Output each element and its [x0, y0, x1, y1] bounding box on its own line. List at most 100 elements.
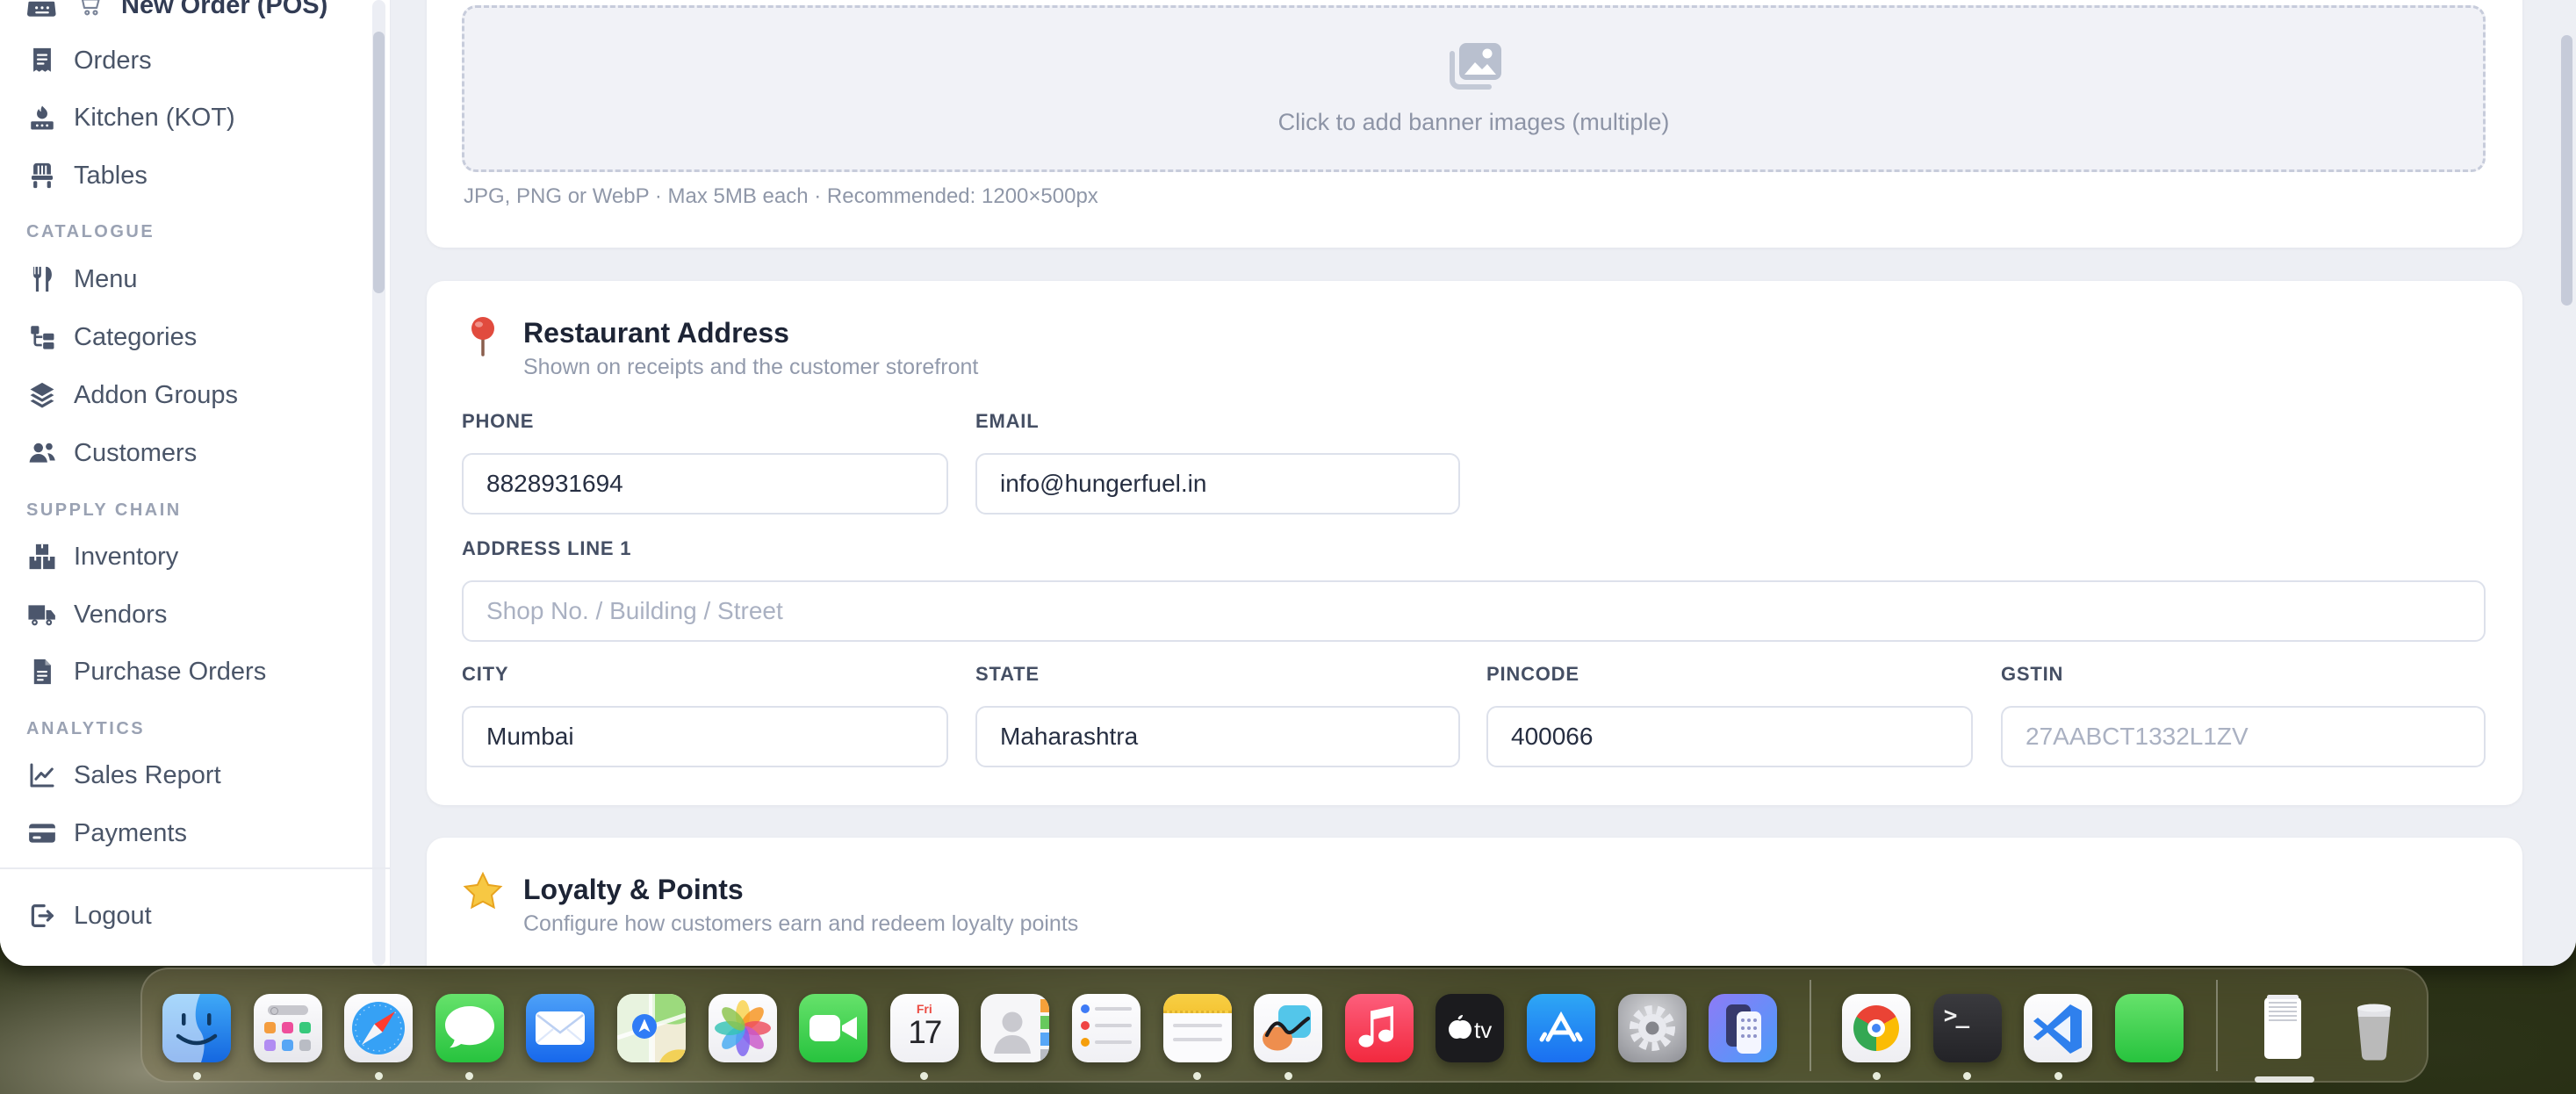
- card-title: Loyalty & Points: [523, 871, 1078, 908]
- dock-maps-icon[interactable]: [617, 994, 686, 1062]
- sidebar-item-label: Tables: [74, 162, 148, 191]
- documents-stack-indicator: [2255, 1076, 2314, 1083]
- dock-safari-icon[interactable]: [344, 994, 413, 1062]
- sidebar-item-kitchen-kot[interactable]: Kitchen (KOT): [0, 93, 369, 142]
- sidebar-item-orders[interactable]: Orders: [0, 36, 369, 85]
- dock-running-indicator: [2054, 1072, 2062, 1080]
- dock-finder-icon[interactable]: [162, 994, 231, 1062]
- sidebar-item-menu[interactable]: Menu: [0, 255, 369, 304]
- dock-messages-icon[interactable]: [435, 994, 504, 1062]
- phone-label: PHONE: [462, 409, 948, 434]
- main-scrollbar-thumb[interactable]: [2561, 35, 2572, 306]
- sidebar-item-label: Inventory: [74, 543, 178, 572]
- restaurant-address-card: Restaurant Address Shown on receipts and…: [427, 281, 2522, 805]
- sidebar-item-label: Menu: [74, 265, 138, 294]
- phone-input[interactable]: [462, 453, 948, 515]
- receipt-icon: [26, 45, 58, 76]
- sidebar-item-inventory[interactable]: Inventory: [0, 532, 369, 581]
- sidebar-item-label: Categories: [74, 323, 197, 352]
- images-icon: [1445, 41, 1503, 97]
- dock-facetime-icon[interactable]: [799, 994, 867, 1062]
- kitchen-icon: [26, 102, 58, 133]
- dock-calendar-icon[interactable]: Fri17: [890, 994, 959, 1062]
- dock-running-indicator: [1873, 1072, 1881, 1080]
- svg-text:tv: tv: [1474, 1017, 1492, 1043]
- dock-appletv-icon[interactable]: tv: [1436, 994, 1504, 1062]
- sidebar-item-vendors[interactable]: Vendors: [0, 590, 369, 639]
- sidebar-divider: [0, 867, 391, 869]
- dock-running-indicator: [1284, 1072, 1292, 1080]
- dock: Fri17 tv >_: [140, 968, 2428, 1083]
- sidebar-section-analytics: ANALYTICS: [26, 719, 145, 739]
- dock-vscode-icon[interactable]: [2024, 994, 2092, 1062]
- dock-chrome-icon[interactable]: [1842, 994, 1910, 1062]
- sidebar-item-categories[interactable]: Categories: [0, 313, 369, 362]
- sidebar-item-new-order-pos[interactable]: New Order (POS): [0, 0, 369, 30]
- sidebar-item-logout[interactable]: Logout: [0, 891, 369, 940]
- users-icon: [26, 437, 58, 469]
- dock-trash-icon[interactable]: [2340, 994, 2408, 1062]
- dock-running-indicator: [375, 1072, 383, 1080]
- pincode-label: PINCODE: [1486, 662, 1973, 687]
- dock-reminders-icon[interactable]: [1072, 994, 1140, 1062]
- address-line1-input[interactable]: [462, 580, 2486, 642]
- banner-upload-dropzone[interactable]: Click to add banner images (multiple): [462, 5, 2486, 172]
- banner-upload-text: Click to add banner images (multiple): [1278, 109, 1670, 136]
- dock-phone-icon[interactable]: [2115, 994, 2184, 1062]
- dock-terminal-icon[interactable]: >_: [1933, 994, 2002, 1062]
- sidebar-item-sales-report[interactable]: Sales Report: [0, 751, 369, 800]
- card-title: Restaurant Address: [523, 314, 978, 351]
- dock-running-indicator: [465, 1072, 473, 1080]
- dock-contacts-icon[interactable]: [981, 994, 1049, 1062]
- map-pin-icon: [462, 314, 504, 360]
- sidebar-section-supply-chain: SUPPLY CHAIN: [26, 500, 182, 521]
- sidebar-scrollbar-thumb[interactable]: [373, 32, 385, 293]
- chair-icon: [26, 160, 58, 191]
- sidebar-item-label: Kitchen (KOT): [74, 104, 235, 133]
- sidebar-item-tables[interactable]: Tables: [0, 151, 369, 200]
- dock-notes-icon[interactable]: [1163, 994, 1232, 1062]
- gstin-input[interactable]: [2001, 706, 2486, 767]
- utensils-icon: [26, 263, 58, 295]
- dock-launchpad-icon[interactable]: [254, 994, 322, 1062]
- email-label: EMAIL: [975, 409, 1460, 434]
- chart-line-icon: [26, 759, 58, 791]
- sidebar-item-label: Orders: [74, 47, 152, 76]
- sidebar-item-label: Addon Groups: [74, 381, 238, 410]
- sidebar-item-purchase-orders[interactable]: Purchase Orders: [0, 647, 369, 696]
- file-invoice-icon: [26, 656, 58, 687]
- sidebar-item-label: Vendors: [74, 601, 167, 630]
- dock-divider: [2216, 980, 2218, 1071]
- sidebar-item-label: Purchase Orders: [74, 658, 266, 687]
- dock-settings-icon[interactable]: [1618, 994, 1687, 1062]
- cash-register-icon: [26, 0, 58, 21]
- dock-music-icon[interactable]: [1345, 994, 1414, 1062]
- dock-divider: [1810, 980, 1811, 1071]
- dock-documents-icon[interactable]: [2249, 994, 2317, 1062]
- dock-running-indicator: [193, 1072, 201, 1080]
- sidebar-item-addon-groups[interactable]: Addon Groups: [0, 371, 369, 420]
- sidebar: New Order (POS) Orders Kitchen (KOT) Tables…: [0, 0, 391, 966]
- sidebar-item-label: Customers: [74, 439, 197, 468]
- dock-photos-icon[interactable]: [709, 994, 777, 1062]
- desktop: New Order (POS) Orders Kitchen (KOT) Tables…: [0, 0, 2576, 1094]
- calendar-date-label: 17: [890, 1016, 959, 1050]
- layers-icon: [26, 379, 58, 411]
- dock-freeform-icon[interactable]: [1254, 994, 1322, 1062]
- state-input[interactable]: [975, 706, 1460, 767]
- sidebar-item-label: New Order (POS): [121, 0, 327, 20]
- dock-running-indicator: [920, 1072, 928, 1080]
- city-input[interactable]: [462, 706, 948, 767]
- pincode-input[interactable]: [1486, 706, 1973, 767]
- sidebar-item-payments[interactable]: Payments: [0, 809, 369, 858]
- email-input[interactable]: [975, 453, 1460, 515]
- categories-icon: [26, 321, 58, 353]
- banner-card: Click to add banner images (multiple) JP…: [427, 0, 2522, 248]
- dock-appstore-icon[interactable]: [1527, 994, 1595, 1062]
- dock-mail-icon[interactable]: [526, 994, 594, 1062]
- dock-iphone-mirroring-icon[interactable]: [1709, 994, 1777, 1062]
- sidebar-item-customers[interactable]: Customers: [0, 428, 369, 478]
- star-icon: [462, 871, 504, 917]
- card-subtitle: Configure how customers earn and redeem …: [523, 909, 1078, 939]
- sidebar-item-label: Sales Report: [74, 761, 221, 790]
